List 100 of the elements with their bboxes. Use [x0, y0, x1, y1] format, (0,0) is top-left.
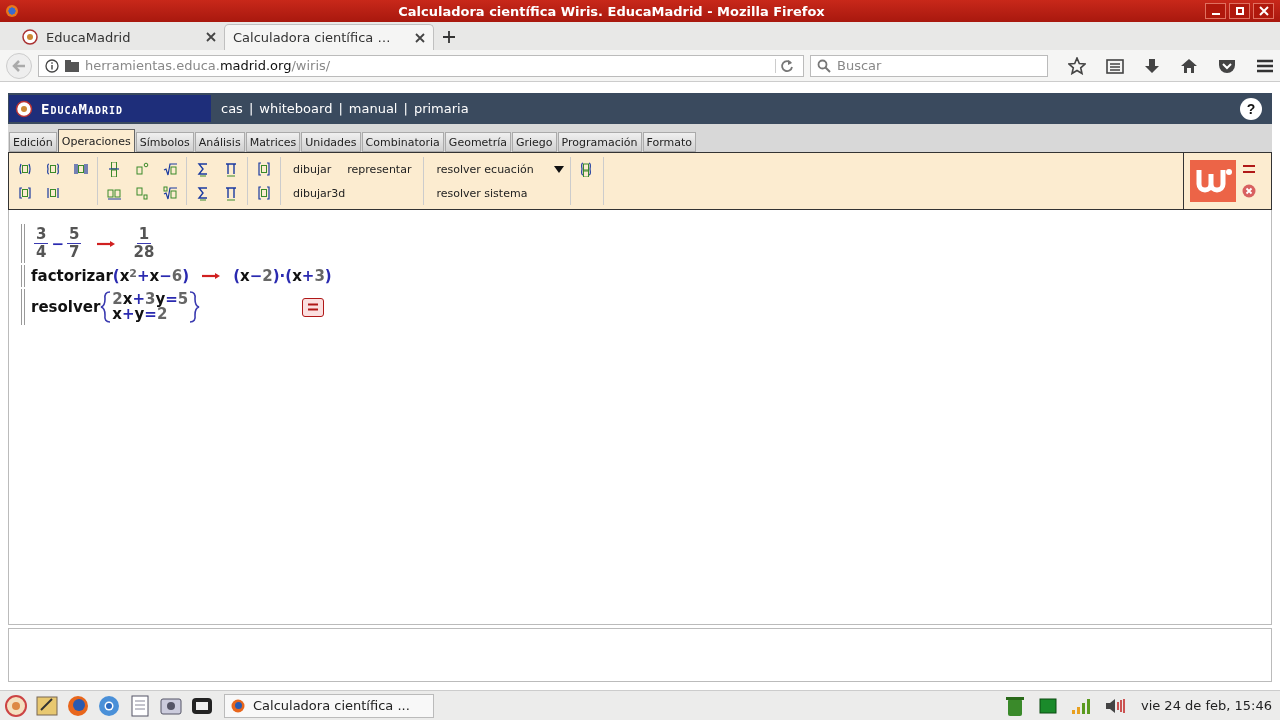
home-icon[interactable] — [1180, 57, 1198, 74]
nth-root-icon[interactable] — [162, 185, 178, 201]
back-arrow-icon — [11, 57, 27, 74]
equation: 2x+3y=5 — [112, 292, 189, 307]
fraction-numerator: 1 — [136, 226, 152, 244]
address-bar[interactable]: herramientas.educa.madrid.org/wiris/ — [38, 54, 804, 77]
menu-icon[interactable] — [1256, 57, 1274, 74]
math-text: ) — [324, 267, 332, 285]
close-icon[interactable] — [415, 32, 425, 43]
tab[interactable]: Edición — [9, 132, 57, 152]
absolute-value-icon[interactable] — [45, 185, 61, 201]
trash-icon[interactable] — [1004, 694, 1025, 717]
command-button[interactable]: dibujar3d — [287, 186, 352, 200]
search-icon — [817, 58, 831, 73]
math-text: x — [240, 267, 250, 285]
tab[interactable]: Operaciones — [57, 129, 135, 152]
line-marker — [21, 265, 25, 287]
minimize-button[interactable] — [1205, 3, 1226, 19]
tab[interactable]: Símbolos — [135, 132, 194, 152]
firefox-icon — [6, 5, 18, 17]
browser-tab[interactable]: EducaMadrid — [14, 24, 224, 50]
text-editor-icon[interactable] — [35, 693, 59, 718]
clock: vie 24 de feb, 15:46 — [1140, 698, 1272, 713]
firefox-icon — [231, 698, 245, 713]
separator: | — [403, 101, 408, 116]
matrix-icon[interactable] — [256, 185, 272, 201]
new-tab-icon[interactable] — [442, 30, 456, 44]
norm-icon[interactable] — [73, 161, 89, 177]
volume-icon[interactable] — [1104, 697, 1127, 714]
product-icon[interactable] — [223, 185, 239, 201]
minimize-icon — [1211, 13, 1220, 15]
help-button[interactable]: ? — [1240, 97, 1262, 120]
browser-tab[interactable]: Calculadora científica … — [224, 24, 434, 50]
window-title: Calculadora científica Wiris. EducaMadrid - Mozilla Firefox — [397, 3, 826, 19]
close-button[interactable] — [1253, 3, 1274, 19]
pocket-icon[interactable] — [1218, 57, 1236, 74]
search-field[interactable]: Buscar — [810, 54, 1048, 77]
tab[interactable]: Matrices — [245, 132, 301, 152]
taskbar-window-button[interactable]: Calculadora científica ... — [224, 693, 434, 718]
math-text: resolver — [31, 298, 101, 316]
math-text: x — [149, 267, 160, 285]
fraction-numerator: 5 — [67, 226, 82, 244]
wiris-logo — [1190, 160, 1236, 202]
maximize-icon — [1234, 6, 1245, 16]
superscript-icon[interactable] — [134, 161, 150, 177]
fraction-denominator: 7 — [68, 244, 81, 261]
math-text: x — [292, 267, 302, 285]
square-root-icon[interactable] — [162, 161, 178, 177]
site-icon — [22, 29, 38, 45]
result-arrow-icon — [96, 239, 117, 248]
maximize-button[interactable] — [1229, 3, 1250, 19]
line-marker — [21, 289, 25, 325]
tab[interactable]: Unidades — [301, 132, 361, 152]
math-text: ( — [112, 267, 120, 285]
url-text: herramientas.educa.madrid.org/wiris/ — [85, 58, 332, 73]
fraction-denominator: 4 — [35, 244, 48, 261]
signal-icon[interactable] — [1070, 697, 1091, 714]
nav-link[interactable]: cas — [221, 101, 243, 116]
equals-icon — [307, 303, 320, 311]
result-arrow-icon — [201, 272, 222, 280]
star-icon[interactable] — [1068, 56, 1086, 75]
chrome-icon[interactable] — [97, 693, 121, 718]
tab[interactable]: Análisis — [194, 132, 245, 152]
math-text: 6 — [171, 267, 183, 285]
math-text: 2 — [129, 267, 137, 280]
nav-link[interactable]: primaria — [413, 101, 469, 116]
product-icon[interactable] — [223, 161, 239, 177]
fraction-icon[interactable] — [106, 161, 122, 177]
logo-icon — [15, 99, 33, 118]
folder-icon — [65, 59, 79, 72]
dropdown-caret-icon[interactable] — [553, 165, 564, 173]
firefox-icon[interactable] — [66, 693, 90, 718]
command-button[interactable]: resolver ecuación — [430, 162, 540, 176]
tab[interactable]: Griego — [512, 132, 557, 152]
math-text: 3 — [314, 267, 325, 285]
tab[interactable]: Combinatoria — [361, 132, 444, 152]
command-button[interactable]: representar — [341, 162, 418, 176]
parentheses-icon[interactable] — [17, 161, 33, 177]
notes-icon[interactable] — [128, 693, 152, 718]
command-button[interactable]: resolver sistema — [430, 186, 534, 200]
tab[interactable]: Geometría — [444, 132, 511, 152]
math-text: )·( — [272, 267, 293, 285]
close-icon[interactable] — [206, 32, 216, 42]
separator: | — [248, 101, 254, 116]
brackets-icon[interactable] — [17, 185, 33, 201]
matrix-icon[interactable] — [256, 161, 272, 177]
braces-icon[interactable] — [45, 161, 61, 177]
separator: | — [338, 101, 343, 116]
nav-link[interactable]: whiteboard — [259, 101, 333, 116]
tab[interactable]: Formato — [642, 132, 697, 152]
nav-link[interactable]: manual — [348, 101, 398, 116]
tab[interactable]: Programación — [557, 132, 642, 152]
download-icon[interactable] — [1144, 57, 1160, 74]
reading-list-icon[interactable] — [1106, 57, 1124, 74]
subscript-icon[interactable] — [134, 185, 150, 201]
math-text: ) — [182, 267, 190, 285]
equals-icon[interactable] — [1242, 164, 1256, 174]
math-text: + — [137, 267, 150, 285]
command-button[interactable]: dibujar — [287, 162, 338, 176]
calculate-button[interactable] — [302, 297, 325, 317]
